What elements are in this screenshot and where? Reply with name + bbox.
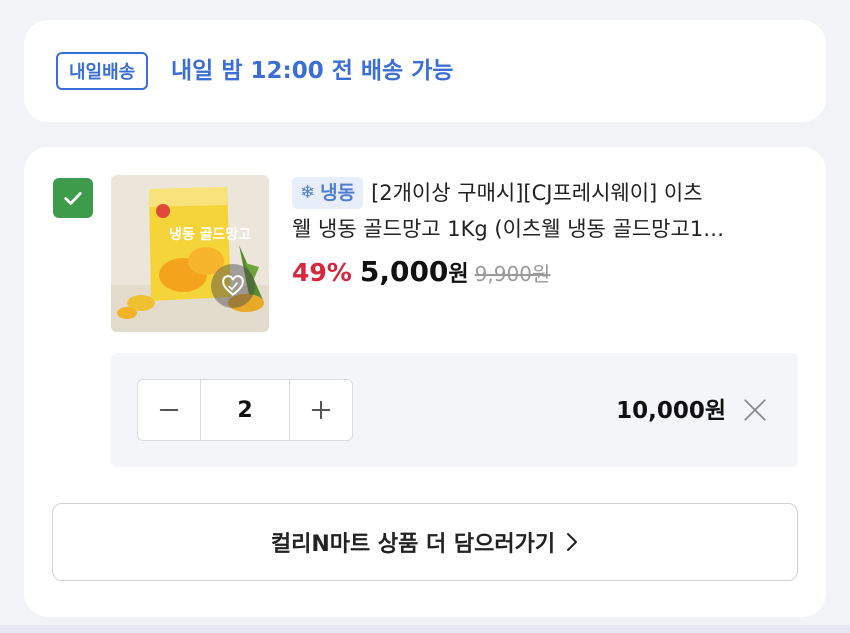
mango-package-image: 냉동 골드망고 bbox=[111, 175, 269, 332]
product-thumbnail[interactable]: 냉동 골드망고 bbox=[111, 175, 269, 332]
add-more-products-button[interactable]: 컬리N마트 상품 더 담으러가기 bbox=[52, 503, 798, 581]
check-icon bbox=[64, 192, 82, 205]
discount-rate: 49% bbox=[292, 258, 352, 287]
chevron-right-icon bbox=[565, 531, 579, 553]
decrease-quantity-button[interactable] bbox=[138, 380, 200, 440]
package-label: 냉동 골드망고 bbox=[169, 226, 251, 243]
delivery-message: 내일 밤 12:00 전 배송 가능 bbox=[171, 58, 454, 84]
heart-icon bbox=[222, 275, 244, 296]
minus-icon bbox=[159, 408, 179, 412]
item-select-checkbox[interactable] bbox=[53, 178, 93, 218]
snowflake-icon: ❄ bbox=[300, 182, 316, 203]
product-title-line1: [2개이상 구매시][CJ프레시웨이] 이츠 bbox=[371, 181, 703, 205]
cart-item-card: 냉동 골드망고 ❄ 냉동 [2개이상 구매시][CJ프레시웨이] 이츠 웰 냉동… bbox=[24, 147, 826, 617]
remove-item-button[interactable] bbox=[742, 397, 768, 423]
delivery-info-card: 내일배송 내일 밤 12:00 전 배송 가능 bbox=[24, 20, 826, 122]
sale-price: 5,000 bbox=[359, 255, 449, 288]
original-price: 9,900원 bbox=[474, 262, 551, 286]
close-icon bbox=[744, 399, 766, 421]
bottom-divider bbox=[0, 625, 850, 633]
product-title-line2: 웰 냉동 골드망고 1Kg (이츠웰 냉동 골드망고1… bbox=[292, 217, 725, 241]
line-total-price: 10,000원 bbox=[616, 398, 726, 424]
add-more-products-label: 컬리N마트 상품 더 담으러가기 bbox=[270, 532, 556, 557]
price-row: 49% 5,000 원 9,900원 bbox=[292, 255, 550, 288]
increase-quantity-button[interactable] bbox=[290, 380, 352, 440]
frozen-badge: ❄ 냉동 bbox=[292, 177, 364, 209]
wishlist-button[interactable] bbox=[211, 264, 255, 308]
quantity-value[interactable]: 2 bbox=[200, 380, 290, 440]
quantity-stepper: 2 bbox=[137, 379, 353, 441]
sale-price-unit: 원 bbox=[448, 262, 469, 287]
product-title[interactable]: ❄ 냉동 [2개이상 구매시][CJ프레시웨이] 이츠 웰 냉동 골드망고 1K… bbox=[292, 175, 802, 247]
plus-icon bbox=[311, 400, 331, 420]
frozen-badge-label: 냉동 bbox=[320, 182, 356, 204]
next-day-delivery-badge: 내일배송 bbox=[56, 52, 149, 90]
quantity-panel: 2 10,000원 bbox=[111, 353, 798, 467]
